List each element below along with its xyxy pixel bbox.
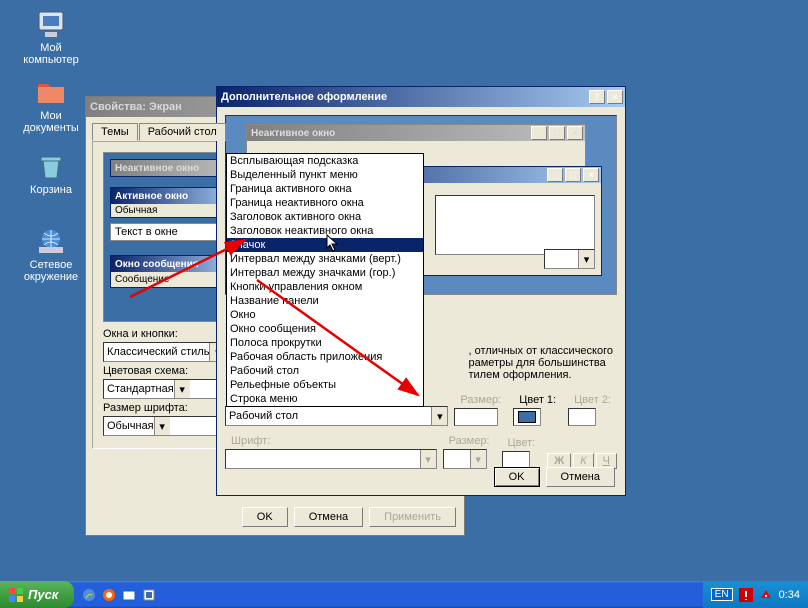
tray-icon[interactable]: [739, 588, 753, 602]
folder-icon: [35, 76, 67, 108]
combo-windows-buttons[interactable]: Классический стиль▾: [103, 342, 233, 362]
window-title: Дополнительное оформление: [221, 91, 587, 103]
close-button[interactable]: ×: [607, 90, 623, 104]
dropdown-item[interactable]: Интервал между значками (верт.): [227, 252, 423, 266]
desktop-icon-label: Мои документы: [16, 110, 86, 134]
dropdown-item[interactable]: Заголовок неактивного окна: [227, 224, 423, 238]
desktop-icon-label: Сетевое окружение: [16, 259, 86, 283]
info-text: , отличных от классического раметры для …: [469, 345, 614, 381]
element-dropdown-list[interactable]: Всплывающая подсказкаВыделенный пункт ме…: [226, 153, 424, 407]
apply-button[interactable]: Применить: [369, 507, 456, 527]
dropdown-item[interactable]: Полоса прокрутки: [227, 336, 423, 350]
combo-font-size: ▾: [443, 449, 487, 469]
preview-inactive-title: Неактивное окно _□×: [247, 125, 585, 141]
cancel-button[interactable]: Отмена: [546, 467, 615, 487]
dropdown-item[interactable]: Всплывающая подсказка: [227, 154, 423, 168]
quicklaunch-icon[interactable]: [140, 586, 158, 604]
quicklaunch-icon[interactable]: [100, 586, 118, 604]
desktop-icon-recycle-bin[interactable]: Корзина: [16, 150, 86, 196]
cursor-icon: [326, 234, 342, 257]
titlebar[interactable]: Дополнительное оформление ? ×: [217, 87, 625, 107]
taskbar: Пуск EN 0:34: [0, 581, 808, 608]
label-size: Размер:: [460, 394, 501, 406]
help-button[interactable]: ?: [589, 90, 605, 104]
dropdown-item[interactable]: Выделенный пункт меню: [227, 168, 423, 182]
desktop-icon-my-computer[interactable]: Мой компьютер: [16, 8, 86, 66]
preview-combo: ▾: [544, 249, 595, 269]
input-size: [454, 408, 498, 426]
label-font-color: Цвет:: [508, 437, 536, 449]
network-icon: [35, 225, 67, 257]
ok-button[interactable]: OK: [494, 467, 540, 487]
dropdown-item[interactable]: Рельефные объекты: [227, 378, 423, 392]
system-tray: EN 0:34: [703, 581, 808, 608]
combo-font: ▾: [225, 449, 437, 469]
windows-logo-icon: [8, 587, 24, 603]
cancel-button[interactable]: Отмена: [294, 507, 363, 527]
ok-button[interactable]: OK: [242, 507, 288, 527]
desktop-icon-my-documents[interactable]: Мои документы: [16, 76, 86, 134]
combo-color-scheme[interactable]: Стандартная▾: [103, 379, 233, 399]
label-font: Шрифт:: [231, 435, 431, 447]
color2-swatch: [568, 408, 596, 426]
dropdown-item[interactable]: Граница неактивного окна: [227, 196, 423, 210]
dropdown-item[interactable]: Окно: [227, 308, 423, 322]
dropdown-item[interactable]: Значок: [227, 238, 423, 252]
dropdown-item[interactable]: Рабочий стол: [227, 364, 423, 378]
language-indicator[interactable]: EN: [711, 588, 733, 601]
computer-icon: [35, 8, 67, 40]
desktop-icon-label: Корзина: [16, 184, 86, 196]
color1-swatch[interactable]: [513, 408, 541, 426]
quicklaunch-icon[interactable]: [80, 586, 98, 604]
quicklaunch-icon[interactable]: [120, 586, 138, 604]
tab-themes[interactable]: Темы: [92, 123, 138, 141]
dropdown-item[interactable]: Интервал между значками (гор.): [227, 266, 423, 280]
clock[interactable]: 0:34: [779, 589, 800, 601]
desktop-icon-network[interactable]: Сетевое окружение: [16, 225, 86, 283]
desktop-icon-label: Мой компьютер: [16, 42, 86, 66]
dropdown-item[interactable]: Название панели: [227, 294, 423, 308]
label-color2: Цвет 2:: [574, 394, 611, 406]
dropdown-item[interactable]: Граница активного окна: [227, 182, 423, 196]
combo-font-size[interactable]: Обычная▾: [103, 416, 233, 436]
dropdown-item[interactable]: Заголовок активного окна: [227, 210, 423, 224]
dropdown-item[interactable]: Рабочая область приложения: [227, 350, 423, 364]
start-button[interactable]: Пуск: [0, 581, 74, 608]
chevron-down-icon[interactable]: ▾: [431, 407, 447, 425]
tab-desktop[interactable]: Рабочий стол: [139, 123, 226, 141]
dropdown-item[interactable]: Окно сообщения: [227, 322, 423, 336]
label-font-size: Размер:: [449, 435, 490, 447]
dropdown-item[interactable]: Строка меню: [227, 392, 423, 406]
start-label: Пуск: [28, 587, 58, 602]
tray-icon[interactable]: [759, 588, 773, 602]
label-color1: Цвет 1:: [519, 394, 556, 406]
combo-element[interactable]: Рабочий стол▾: [225, 406, 448, 426]
trash-icon: [35, 150, 67, 182]
dropdown-item[interactable]: Кнопки управления окном: [227, 280, 423, 294]
